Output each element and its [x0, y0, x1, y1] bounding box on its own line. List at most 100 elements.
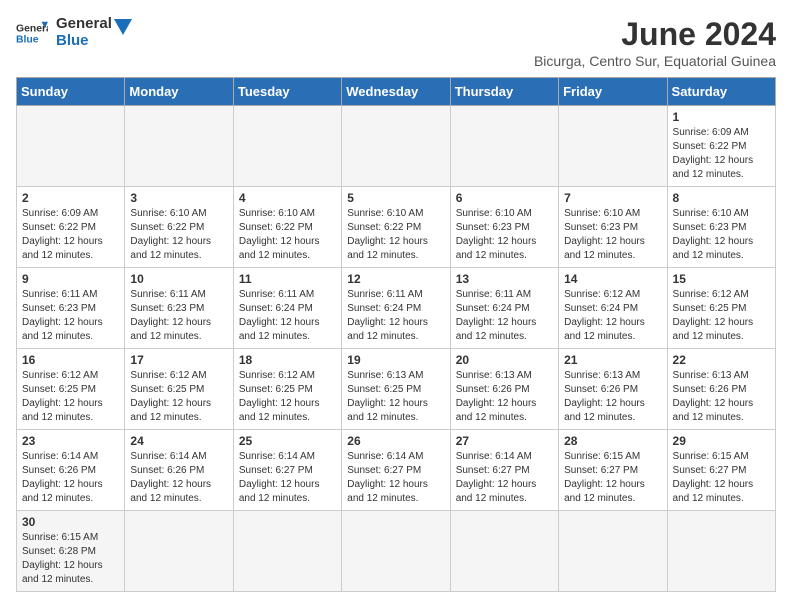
day-info: Sunrise: 6:15 AM Sunset: 6:27 PM Dayligh…: [564, 450, 661, 506]
calendar-cell: 17Sunrise: 6:12 AM Sunset: 6:25 PM Dayli…: [125, 349, 233, 430]
calendar-cell: [559, 106, 667, 187]
calendar-cell: 28 Sunrise: 6:15 AM Sunset: 6:27 PM Dayli…: [559, 430, 667, 511]
calendar-cell: 21 Sunrise: 6:13 AM Sunset: 6:26 PM Dayli…: [559, 349, 667, 430]
calendar-cell: [17, 106, 125, 187]
day-info: Sunrise: 6:09 AM Sunset: 6:22 PM Dayligh…: [22, 207, 119, 263]
calendar-cell: [342, 106, 450, 187]
day-info: Sunrise: 6:12 AM Sunset: 6:25 PM Dayligh…: [22, 369, 119, 425]
calendar-cell: 14Sunrise: 6:12 AM Sunset: 6:24 PM Dayli…: [559, 268, 667, 349]
calendar-cell: [559, 511, 667, 592]
col-header-tuesday: Tuesday: [233, 78, 341, 106]
day-number: 21: [564, 353, 661, 367]
col-header-wednesday: Wednesday: [342, 78, 450, 106]
calendar-cell: [125, 511, 233, 592]
col-header-saturday: Saturday: [667, 78, 775, 106]
calendar-cell: [125, 106, 233, 187]
col-header-monday: Monday: [125, 78, 233, 106]
day-number: 1: [673, 110, 770, 124]
calendar-cell: 19 Sunrise: 6:13 AM Sunset: 6:25 PM Dayli…: [342, 349, 450, 430]
calendar-cell: 18 Sunrise: 6:12 AM Sunset: 6:25 PM Dayli…: [233, 349, 341, 430]
day-number: 5: [347, 191, 444, 205]
calendar-cell: 11 Sunrise: 6:11 AM Sunset: 6:24 PM Dayli…: [233, 268, 341, 349]
calendar-cell: 30 Sunrise: 6:15 AM Sunset: 6:28 PM Dayli…: [17, 511, 125, 592]
calendar-cell: 13Sunrise: 6:11 AM Sunset: 6:24 PM Dayli…: [450, 268, 558, 349]
svg-text:General: General: [16, 23, 48, 34]
week-row-2: 2 Sunrise: 6:09 AM Sunset: 6:22 PM Daylig…: [17, 187, 776, 268]
day-number: 19: [347, 353, 444, 367]
day-number: 2: [22, 191, 119, 205]
day-number: 25: [239, 434, 336, 448]
calendar-cell: 29 Sunrise: 6:15 AM Sunset: 6:27 PM Dayli…: [667, 430, 775, 511]
day-info: Sunrise: 6:15 AM Sunset: 6:28 PM Dayligh…: [22, 531, 119, 587]
day-info: Sunrise: 6:11 AM Sunset: 6:24 PM Dayligh…: [347, 288, 444, 344]
calendar-cell: 16 Sunrise: 6:12 AM Sunset: 6:25 PM Dayli…: [17, 349, 125, 430]
day-number: 23: [22, 434, 119, 448]
calendar-cell: 2 Sunrise: 6:09 AM Sunset: 6:22 PM Daylig…: [17, 187, 125, 268]
day-number: 18: [239, 353, 336, 367]
calendar-cell: 5 Sunrise: 6:10 AM Sunset: 6:22 PM Daylig…: [342, 187, 450, 268]
day-number: 26: [347, 434, 444, 448]
calendar-cell: 27Sunrise: 6:14 AM Sunset: 6:27 PM Dayli…: [450, 430, 558, 511]
calendar-cell: 24 Sunrise: 6:14 AM Sunset: 6:26 PM Dayli…: [125, 430, 233, 511]
day-number: 29: [673, 434, 770, 448]
title-block: June 2024 Bicurga, Centro Sur, Equatoria…: [534, 16, 776, 69]
svg-text:Blue: Blue: [16, 34, 39, 45]
calendar-cell: 23 Sunrise: 6:14 AM Sunset: 6:26 PM Dayli…: [17, 430, 125, 511]
calendar-cell: [667, 511, 775, 592]
day-number: 16: [22, 353, 119, 367]
calendar-cell: 6Sunrise: 6:10 AM Sunset: 6:23 PM Daylig…: [450, 187, 558, 268]
calendar-cell: 26 Sunrise: 6:14 AM Sunset: 6:27 PM Dayli…: [342, 430, 450, 511]
calendar-cell: 1 Sunrise: 6:09 AM Sunset: 6:22 PM Daylig…: [667, 106, 775, 187]
day-number: 28: [564, 434, 661, 448]
calendar-cell: 4 Sunrise: 6:10 AM Sunset: 6:22 PM Daylig…: [233, 187, 341, 268]
day-number: 4: [239, 191, 336, 205]
week-row-3: 9 Sunrise: 6:11 AM Sunset: 6:23 PM Daylig…: [17, 268, 776, 349]
day-info: Sunrise: 6:11 AM Sunset: 6:23 PM Dayligh…: [130, 288, 227, 344]
day-number: 11: [239, 272, 336, 286]
header-row: SundayMondayTuesdayWednesdayThursdayFrid…: [17, 78, 776, 106]
day-number: 30: [22, 515, 119, 529]
day-info: Sunrise: 6:10 AM Sunset: 6:23 PM Dayligh…: [564, 207, 661, 263]
day-info: Sunrise: 6:10 AM Sunset: 6:22 PM Dayligh…: [239, 207, 336, 263]
calendar-title: June 2024: [534, 16, 776, 53]
week-row-1: 1 Sunrise: 6:09 AM Sunset: 6:22 PM Daylig…: [17, 106, 776, 187]
day-number: 17: [130, 353, 227, 367]
day-number: 9: [22, 272, 119, 286]
calendar-cell: [233, 511, 341, 592]
week-row-5: 23 Sunrise: 6:14 AM Sunset: 6:26 PM Dayli…: [17, 430, 776, 511]
week-row-4: 16 Sunrise: 6:12 AM Sunset: 6:25 PM Dayli…: [17, 349, 776, 430]
day-number: 27: [456, 434, 553, 448]
calendar-cell: 8Sunrise: 6:10 AM Sunset: 6:23 PM Daylig…: [667, 187, 775, 268]
day-info: Sunrise: 6:14 AM Sunset: 6:26 PM Dayligh…: [22, 450, 119, 506]
logo: General Blue General Blue: [16, 16, 132, 49]
calendar-cell: 3Sunrise: 6:10 AM Sunset: 6:22 PM Daylig…: [125, 187, 233, 268]
day-number: 20: [456, 353, 553, 367]
day-number: 6: [456, 191, 553, 205]
day-info: Sunrise: 6:14 AM Sunset: 6:27 PM Dayligh…: [347, 450, 444, 506]
calendar-cell: 10Sunrise: 6:11 AM Sunset: 6:23 PM Dayli…: [125, 268, 233, 349]
day-info: Sunrise: 6:09 AM Sunset: 6:22 PM Dayligh…: [673, 126, 770, 182]
day-info: Sunrise: 6:13 AM Sunset: 6:26 PM Dayligh…: [564, 369, 661, 425]
calendar-cell: 15Sunrise: 6:12 AM Sunset: 6:25 PM Dayli…: [667, 268, 775, 349]
day-info: Sunrise: 6:10 AM Sunset: 6:22 PM Dayligh…: [347, 207, 444, 263]
day-info: Sunrise: 6:13 AM Sunset: 6:26 PM Dayligh…: [456, 369, 553, 425]
calendar-table: SundayMondayTuesdayWednesdayThursdayFrid…: [16, 77, 776, 592]
header: General Blue General Blue June 2024 Bicu…: [16, 16, 776, 69]
day-info: Sunrise: 6:13 AM Sunset: 6:25 PM Dayligh…: [347, 369, 444, 425]
logo-triangle-icon: [114, 15, 132, 43]
day-info: Sunrise: 6:15 AM Sunset: 6:27 PM Dayligh…: [673, 450, 770, 506]
day-info: Sunrise: 6:12 AM Sunset: 6:25 PM Dayligh…: [239, 369, 336, 425]
day-info: Sunrise: 6:12 AM Sunset: 6:24 PM Dayligh…: [564, 288, 661, 344]
day-number: 7: [564, 191, 661, 205]
logo-general: General: [56, 16, 112, 33]
day-info: Sunrise: 6:11 AM Sunset: 6:23 PM Dayligh…: [22, 288, 119, 344]
calendar-cell: 9 Sunrise: 6:11 AM Sunset: 6:23 PM Daylig…: [17, 268, 125, 349]
day-info: Sunrise: 6:10 AM Sunset: 6:22 PM Dayligh…: [130, 207, 227, 263]
day-info: Sunrise: 6:13 AM Sunset: 6:26 PM Dayligh…: [673, 369, 770, 425]
logo-blue: Blue: [56, 33, 112, 50]
day-info: Sunrise: 6:11 AM Sunset: 6:24 PM Dayligh…: [456, 288, 553, 344]
day-info: Sunrise: 6:14 AM Sunset: 6:26 PM Dayligh…: [130, 450, 227, 506]
calendar-cell: [233, 106, 341, 187]
day-info: Sunrise: 6:11 AM Sunset: 6:24 PM Dayligh…: [239, 288, 336, 344]
day-number: 24: [130, 434, 227, 448]
